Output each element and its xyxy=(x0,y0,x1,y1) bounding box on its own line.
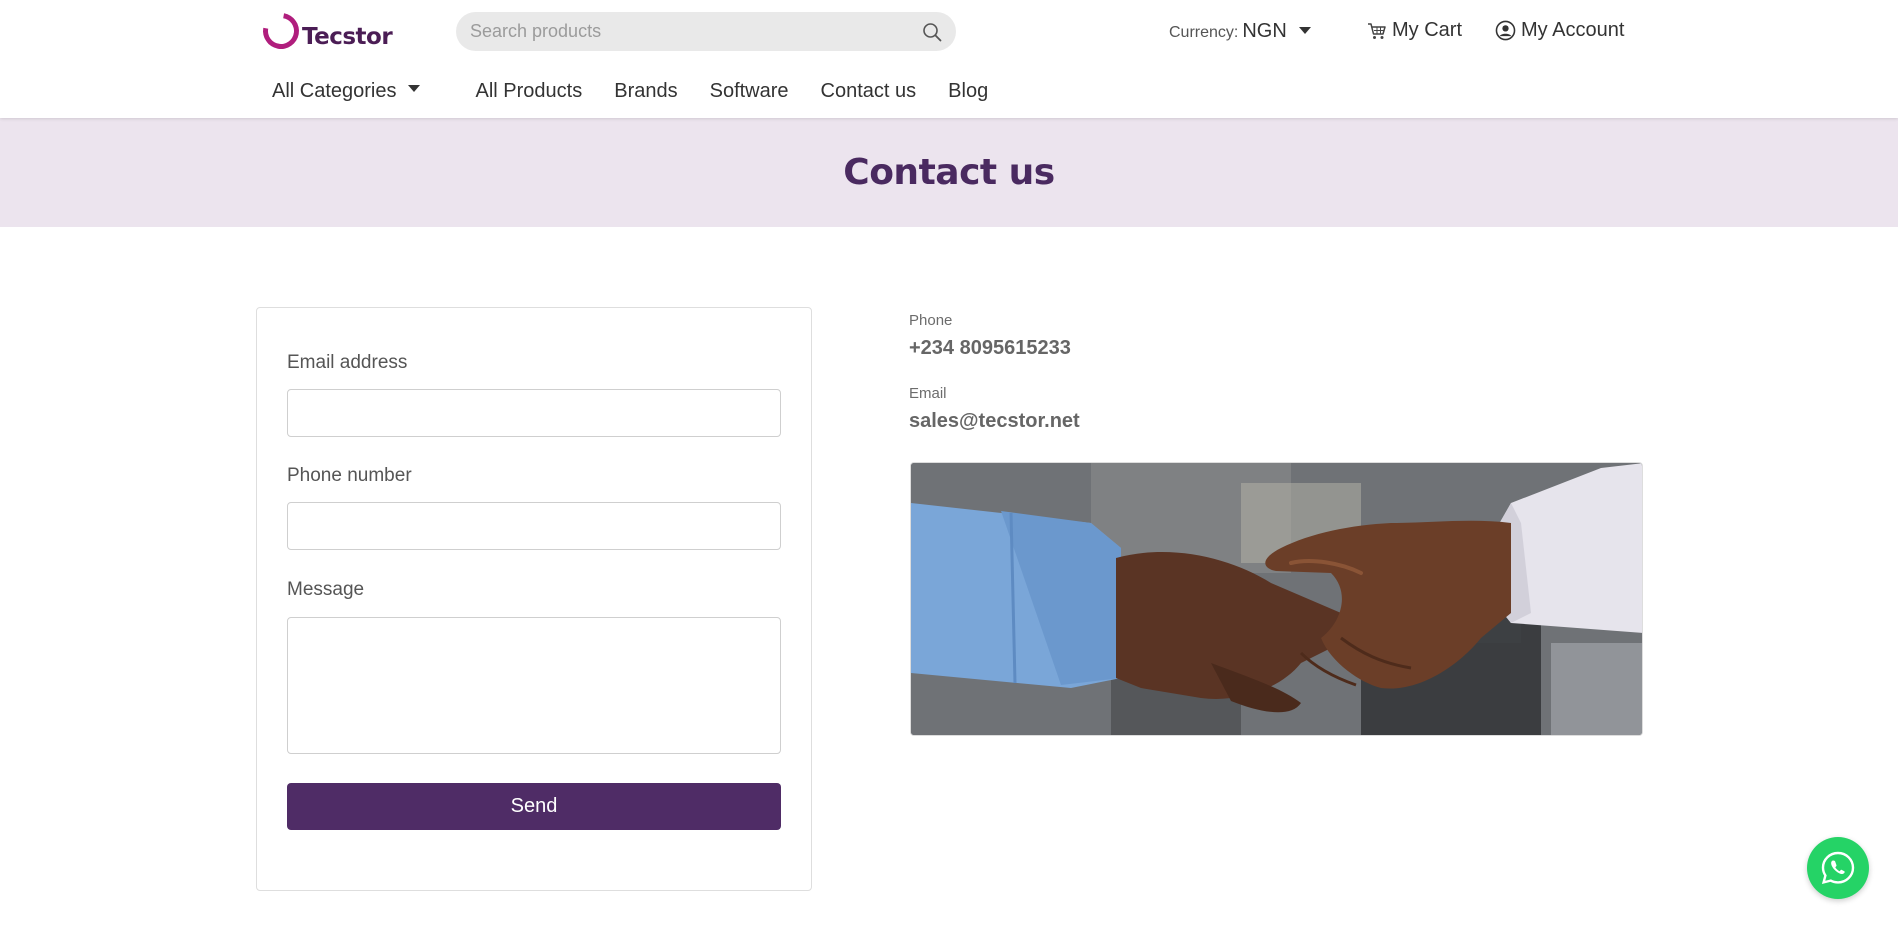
nav-links: All Products Brands Software Contact us … xyxy=(476,80,1021,103)
page-title: Contact us xyxy=(843,152,1055,193)
phone-label: Phone number xyxy=(287,465,412,486)
nav-link-contact-us[interactable]: Contact us xyxy=(821,80,917,103)
phone-field[interactable] xyxy=(287,502,781,550)
whatsapp-button[interactable] xyxy=(1807,837,1869,899)
whatsapp-icon xyxy=(1821,851,1855,885)
nav-link-all-products[interactable]: All Products xyxy=(476,80,583,103)
logo[interactable]: Tecstor xyxy=(255,5,393,57)
site-header: Tecstor Currency: NGN My Cart My Accoun xyxy=(0,0,1898,118)
send-button[interactable]: Send xyxy=(287,783,781,830)
caret-down-icon xyxy=(1298,27,1311,34)
all-categories-dropdown[interactable]: All Categories xyxy=(272,80,420,103)
currency-value: NGN xyxy=(1242,20,1287,42)
account-label: My Account xyxy=(1521,19,1625,41)
currency-label: Currency: xyxy=(1169,24,1239,41)
contact-email-value: sales@tecstor.net xyxy=(909,410,1080,432)
logo-text: Tecstor xyxy=(302,24,393,50)
currency-selector[interactable]: Currency: NGN xyxy=(1169,20,1311,43)
search-input[interactable] xyxy=(470,12,910,51)
nav-link-brands[interactable]: Brands xyxy=(614,80,677,103)
search-bar xyxy=(456,12,956,51)
cart-icon xyxy=(1368,22,1386,39)
account-link[interactable]: My Account xyxy=(1495,19,1624,42)
handshake-photo xyxy=(910,462,1643,736)
nav-link-blog[interactable]: Blog xyxy=(948,80,988,103)
caret-down-icon xyxy=(407,85,420,92)
user-circle-icon xyxy=(1495,20,1516,41)
logo-ring-icon xyxy=(255,5,307,57)
contact-phone-label: Phone xyxy=(909,312,953,329)
message-label: Message xyxy=(287,579,365,600)
all-categories-label: All Categories xyxy=(272,80,397,102)
contact-form-card: Email address Phone number Message Send xyxy=(256,307,812,891)
main-nav: All Categories All Products Brands Softw… xyxy=(272,80,1020,103)
contact-email-label: Email xyxy=(909,385,947,402)
message-field[interactable] xyxy=(287,617,781,754)
handshake-illustration xyxy=(911,463,1642,735)
page-banner: Contact us xyxy=(0,118,1898,227)
cart-label: My Cart xyxy=(1392,19,1462,41)
email-label: Email address xyxy=(287,352,408,373)
cart-link[interactable]: My Cart xyxy=(1367,19,1462,42)
nav-link-software[interactable]: Software xyxy=(710,80,789,103)
search-icon[interactable] xyxy=(922,22,942,42)
email-field[interactable] xyxy=(287,389,781,437)
contact-phone-value: +234 8095615233 xyxy=(909,337,1071,359)
